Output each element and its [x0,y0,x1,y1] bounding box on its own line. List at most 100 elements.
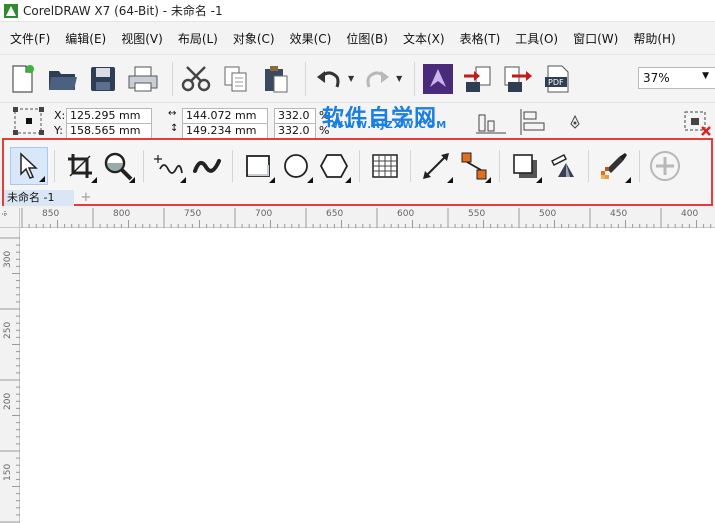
coreldraw-app-icon [4,3,18,18]
ruler-tick-label: 750 [184,209,202,219]
menu-edit[interactable]: 编辑(E) [59,30,112,47]
scale-height-field[interactable]: 332.0 [274,123,316,139]
delete-object-icon[interactable] [682,109,712,137]
flyout-indicator [180,177,186,183]
menu-layout[interactable]: 布局(L) [172,30,224,47]
table-tool[interactable] [366,147,404,185]
menu-bitmaps[interactable]: 位图(B) [340,30,394,47]
menu-help[interactable]: 帮助(H) [627,30,681,47]
ruler-tick-label: 500 [539,209,557,219]
menu-tools[interactable]: 工具(O) [509,30,564,47]
crop-tool[interactable] [61,147,99,185]
x-position-field[interactable]: 125.295 mm [66,108,152,124]
redo-icon [366,70,390,87]
transparency-tool[interactable] [544,147,582,185]
horizontal-ruler[interactable]: 850 800 750 700 650 600 550 500 450 400 [20,208,715,228]
drop-shadow-tool[interactable] [506,147,544,185]
add-document-tab-icon[interactable]: + [76,190,96,206]
ruler-tick-label: 600 [397,209,415,219]
ruler-origin-corner[interactable] [0,208,20,228]
ruler-tick-label: 400 [681,209,699,219]
save-icon [91,66,115,91]
copy-button[interactable] [219,61,253,97]
flyout-indicator [536,177,542,183]
vertical-ruler[interactable]: 300 250 200 150 [0,228,20,523]
menu-file[interactable]: 文件(F) [4,30,56,47]
ruler-tick-label: 450 [610,209,628,219]
add-tool-button[interactable] [646,147,684,185]
height-arrow-icon: ↕ [170,123,179,134]
cut-button[interactable] [179,61,213,97]
toolbox-separator [143,150,144,182]
width-field[interactable]: 144.072 mm [182,108,268,124]
flyout-indicator [269,177,275,183]
eyedropper-tool[interactable] [595,147,633,185]
menu-object[interactable]: 对象(C) [227,30,281,47]
toolbar-separator [172,61,173,96]
table-grid-icon [372,154,398,178]
flyout-indicator [345,177,351,183]
zoom-level-select[interactable]: 37% ▼ [638,67,715,89]
print-icon [128,66,158,91]
property-bar: X: 125.295 mm Y: 158.565 mm ↔ 144.072 mm… [0,102,715,233]
rectangle-icon [246,155,270,177]
undo-icon [317,70,340,87]
freehand-tool[interactable] [150,147,188,185]
undo-button[interactable] [312,61,346,97]
flyout-indicator [91,177,97,183]
open-folder-icon [49,70,77,90]
export-button[interactable] [501,61,535,97]
flyout-indicator [485,177,491,183]
rectangle-tool[interactable] [239,147,277,185]
crop-icon [68,154,92,178]
height-field[interactable]: 149.234 mm [182,123,268,139]
zoom-level-value: 37% [643,71,670,85]
paste-icon [265,65,288,92]
dimension-tool[interactable] [417,147,455,185]
connector-tool[interactable] [455,147,493,185]
toolbox-separator [54,150,55,182]
import-button[interactable] [461,61,495,97]
flyout-indicator [307,177,313,183]
export-pdf-button[interactable]: PDF [541,61,575,97]
corel-connect-button[interactable] [421,61,455,97]
align-bottom-icon[interactable] [476,111,506,135]
redo-dropdown-arrow-icon[interactable]: ▼ [396,74,402,83]
ellipse-tool[interactable] [277,147,315,185]
polygon-tool[interactable] [315,147,353,185]
artistic-media-tool[interactable] [188,147,226,185]
new-document-button[interactable] [6,61,40,97]
align-left-icon[interactable] [518,109,548,135]
pick-tool[interactable] [10,147,48,185]
open-button[interactable] [46,61,80,97]
menu-bar: 文件(F) 编辑(E) 视图(V) 布局(L) 对象(C) 效果(C) 位图(B… [0,22,715,54]
menu-window[interactable]: 窗口(W) [567,30,624,47]
width-arrow-icon: ↔ [168,108,177,119]
toolbox-highlighted: 未命名 -1 + [2,138,713,206]
zoom-tool[interactable] [99,147,137,185]
redo-button[interactable] [360,61,394,97]
ruler-tick-label: 650 [326,209,344,219]
object-origin-icon[interactable] [12,107,46,135]
scale-width-field[interactable]: 332.0 [274,108,316,124]
paste-button[interactable] [259,61,293,97]
menu-effects[interactable]: 效果(C) [284,30,338,47]
ruler-tick-label: 200 [3,392,13,410]
print-button[interactable] [126,61,160,97]
menu-text[interactable]: 文本(X) [397,30,451,47]
cut-icon [181,65,211,91]
ruler-tick-label: 150 [3,463,13,481]
undo-dropdown-arrow-icon[interactable]: ▼ [348,74,354,83]
toolbox-tools [10,146,684,186]
drop-shadow-icon [513,154,537,178]
flyout-indicator [625,177,631,183]
document-tab[interactable]: 未命名 -1 [4,190,74,206]
toolbox-separator [639,150,640,182]
menu-view[interactable]: 视图(V) [115,30,169,47]
polygon-icon [319,154,349,178]
drawing-canvas[interactable] [20,228,715,523]
menu-table[interactable]: 表格(T) [454,30,507,47]
save-button[interactable] [86,61,120,97]
y-position-field[interactable]: 158.565 mm [66,123,152,139]
corel-connect-icon [423,63,454,94]
